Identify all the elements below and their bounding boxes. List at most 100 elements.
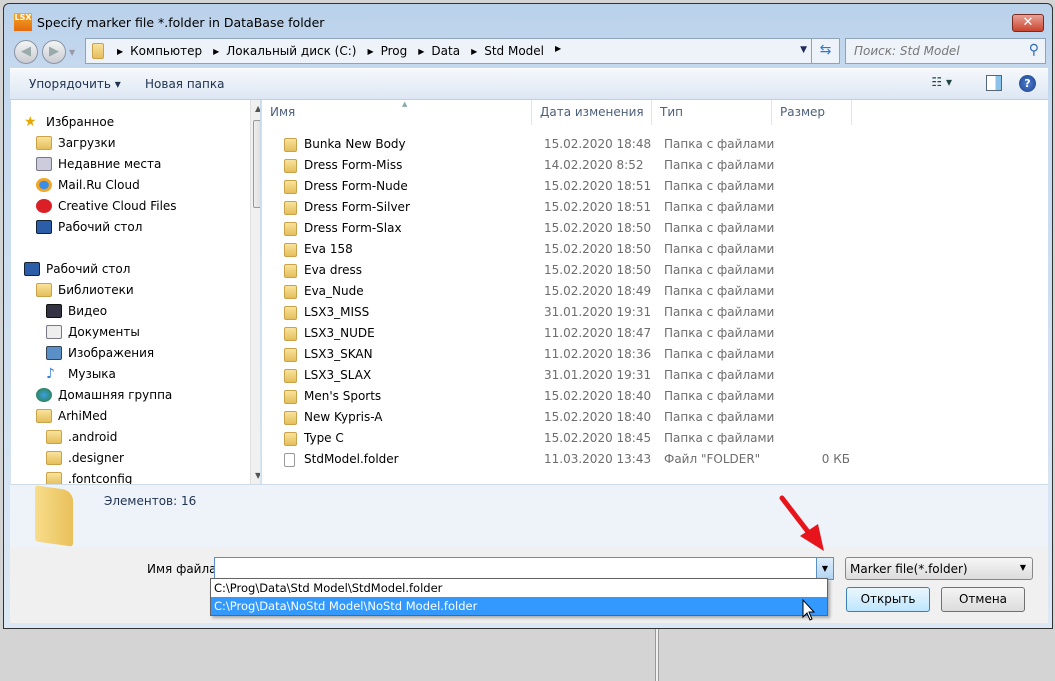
navigation-pane: ★ Избранное Загрузки Недавние места Mail.Ru … [11, 100, 260, 484]
nav-item[interactable]: Загрузки [36, 133, 116, 153]
cancel-button[interactable]: Отмена [941, 587, 1025, 612]
breadcrumb-arrow-icon[interactable]: ▶ [471, 47, 477, 56]
breadcrumb-item[interactable]: ▶ Компьютер [110, 44, 202, 58]
nav-item-label: .designer [68, 451, 124, 465]
nav-item-label: Mail.Ru Cloud [58, 178, 140, 192]
file-name: Bunka New Body [304, 137, 406, 151]
breadcrumb-arrow-icon[interactable]: ▶ [117, 47, 123, 56]
file-type: Папка с файлами [664, 200, 775, 214]
nav-item[interactable]: Видео [46, 301, 107, 321]
file-list: Имя ▲ Дата изменения Тип Размер Bunka New… [261, 100, 1048, 484]
breadcrumb-arrow-icon[interactable]: ▶ [367, 47, 373, 56]
filename-input[interactable]: ▼ [214, 557, 834, 580]
file-row[interactable]: Eva dress 15.02.2020 18:50 Папка с файлами [262, 260, 862, 281]
file-type-select[interactable]: Marker file(*.folder) ▼ [845, 557, 1033, 580]
file-row[interactable]: Men's Sports 15.02.2020 18:40 Папка с файл… [262, 386, 862, 407]
folder-icon [284, 327, 297, 341]
file-name: Type C [304, 431, 344, 445]
suggestion-item[interactable]: C:\Prog\Data\Std Model\StdModel.folder [211, 579, 827, 597]
video-icon [46, 304, 62, 318]
file-row[interactable]: LSX3_SLAX 31.01.2020 19:31 Папка с файлами [262, 365, 862, 386]
column-header-size[interactable]: Размер [772, 100, 852, 125]
column-header-type[interactable]: Тип [652, 100, 772, 125]
file-name: LSX3_NUDE [304, 326, 375, 340]
file-date: 15.02.2020 18:50 [544, 221, 652, 235]
nav-item-label: Рабочий стол [46, 262, 131, 276]
breadcrumb-item[interactable]: ▶ Std Model [464, 44, 544, 58]
file-date: 15.02.2020 18:50 [544, 242, 652, 256]
history-dropdown-icon[interactable]: ▼ [69, 48, 75, 57]
search-input[interactable]: Поиск: Std Model ⚲ [845, 38, 1046, 64]
refresh-button[interactable]: ⇆ [811, 39, 839, 63]
file-row[interactable]: Eva 158 15.02.2020 18:50 Папка с файлами [262, 239, 862, 260]
file-date: 15.02.2020 18:51 [544, 200, 652, 214]
file-date: 31.01.2020 19:31 [544, 368, 652, 382]
nav-item[interactable]: Mail.Ru Cloud [36, 175, 140, 195]
file-row[interactable]: LSX3_MISS 31.01.2020 19:31 Папка с файлами [262, 302, 862, 323]
file-row[interactable]: Type C 15.02.2020 18:45 Папка с файлами [262, 428, 862, 449]
breadcrumb-arrow-icon[interactable]: ▶ [418, 47, 424, 56]
mailru-cloud-icon [36, 178, 52, 192]
open-button[interactable]: Открыть [846, 587, 930, 612]
nav-item[interactable]: Недавние места [36, 154, 161, 174]
close-button[interactable]: ✕ [1012, 14, 1044, 32]
folder-icon [284, 390, 297, 404]
file-row[interactable]: Bunka New Body 15.02.2020 18:48 Папка с фа… [262, 134, 862, 155]
forward-button[interactable]: ▶ [42, 40, 66, 64]
nav-item[interactable]: .fontconfig [46, 469, 132, 484]
scrollbar-thumb[interactable] [253, 120, 260, 208]
nav-item-label: Загрузки [58, 136, 116, 150]
column-header-name[interactable]: Имя ▲ [262, 100, 532, 125]
background-divider [655, 628, 659, 681]
nav-item[interactable]: .designer [46, 448, 124, 468]
file-row[interactable]: Eva_Nude 15.02.2020 18:49 Папка с файлами [262, 281, 862, 302]
file-type: Папка с файлами [664, 431, 775, 445]
breadcrumb-item[interactable]: ▶ Prog [360, 44, 407, 58]
breadcrumb-item[interactable]: ▶ Data [411, 44, 460, 58]
nav-item[interactable]: Документы [46, 322, 140, 342]
file-row[interactable]: Dress Form-Silver 15.02.2020 18:51 Папка с… [262, 197, 862, 218]
folder-icon [284, 138, 297, 152]
column-header-date[interactable]: Дата изменения [532, 100, 652, 125]
file-type: Папка с файлами [664, 305, 775, 319]
organize-button[interactable]: Упорядочить ▾ [29, 77, 121, 91]
address-bar[interactable]: ▶ Компьютер ▶ Локальный диск (C:) ▶ Prog ▶ Data… [85, 38, 840, 64]
file-row[interactable]: LSX3_NUDE 11.02.2020 18:47 Папка с файлами [262, 323, 862, 344]
search-icon[interactable]: ⚲ [1029, 42, 1039, 58]
nav-item[interactable]: Рабочий стол [36, 217, 142, 237]
nav-item[interactable]: Creative Cloud Files [36, 196, 177, 216]
back-button[interactable]: ◀ [14, 40, 38, 64]
address-dropdown-icon[interactable]: ▼ [800, 45, 807, 55]
file-row[interactable]: New Kypris-A 15.02.2020 18:40 Папка с файл… [262, 407, 862, 428]
file-name: Dress Form-Slax [304, 221, 402, 235]
nav-item[interactable]: ★ Избранное [24, 112, 114, 132]
breadcrumb-arrow-icon[interactable]: ▶ [213, 47, 219, 56]
file-name: Eva dress [304, 263, 363, 277]
nav-scrollbar[interactable]: ▲ ▼ [250, 100, 260, 484]
help-icon[interactable]: ? [1019, 75, 1036, 92]
view-options-icon[interactable]: ☷ ▾ [931, 75, 952, 89]
preview-pane-icon[interactable] [986, 75, 1002, 91]
nav-item[interactable]: Изображения [46, 343, 154, 363]
nav-item[interactable]: Домашняя группа [36, 385, 172, 405]
window-title: Specify marker file *.folder in DataBase… [37, 14, 325, 30]
new-folder-button[interactable]: Новая папка [145, 77, 224, 91]
folder-icon [46, 451, 62, 465]
nav-item[interactable]: Рабочий стол [24, 259, 130, 279]
nav-item[interactable]: ♪ Музыка [46, 364, 116, 384]
file-dialog: LSX Specify marker file *.folder in Data… [3, 3, 1053, 629]
nav-item[interactable]: ArhiMed [36, 406, 107, 426]
file-row[interactable]: LSX3_SKAN 11.02.2020 18:36 Папка с файлами [262, 344, 862, 365]
file-row[interactable]: Dress Form-Miss 14.02.2020 8:52 Папка с фа… [262, 155, 862, 176]
breadcrumb-arrow-icon[interactable]: ▶ [555, 44, 561, 58]
file-row[interactable]: StdModel.folder 11.03.2020 13:43 Файл "FOL… [262, 449, 862, 470]
nav-item[interactable]: .android [46, 427, 117, 447]
nav-item-label: Creative Cloud Files [58, 199, 177, 213]
file-row[interactable]: Dress Form-Nude 15.02.2020 18:51 Папка с ф… [262, 176, 862, 197]
file-row[interactable]: Dress Form-Slax 15.02.2020 18:50 Папка с ф… [262, 218, 862, 239]
suggestion-item-selected[interactable]: C:\Prog\Data\NoStd Model\NoStd Model.fol… [211, 597, 827, 615]
filename-dropdown-button[interactable]: ▼ [816, 558, 833, 579]
breadcrumb-item[interactable]: ▶ Локальный диск (C:) [206, 44, 356, 58]
desktop-icon [24, 262, 40, 276]
nav-item[interactable]: Библиотеки [36, 280, 134, 300]
